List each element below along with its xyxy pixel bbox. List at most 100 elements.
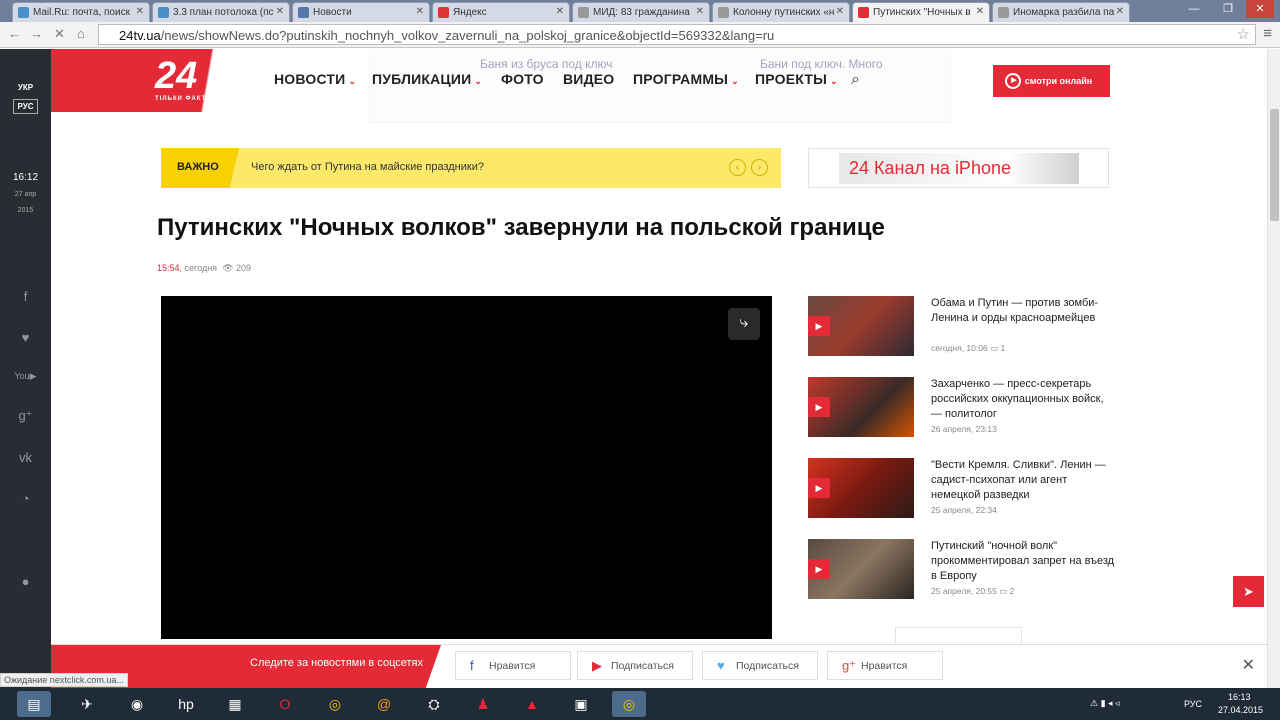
restore-icon[interactable]: ❐	[1214, 0, 1242, 18]
nav-label: ПРОЕКТЫ	[755, 71, 827, 87]
send-icon[interactable]: ➤	[1233, 576, 1264, 607]
close-tab-icon[interactable]: ✕	[136, 6, 144, 17]
site-logo[interactable]: 24 ТІЛЬКИ ФАКТИ	[155, 57, 212, 103]
browser-tab[interactable]: 3.3 план потолока (пс ✕	[152, 2, 290, 22]
important-text[interactable]: Чего ждать от Путина на майские праздник…	[251, 161, 484, 173]
browser-tab[interactable]: Новости ✕	[292, 2, 430, 22]
iphone-app-banner[interactable]: 24 Канал на iPhone	[808, 148, 1109, 188]
nav-label: ВИДЕО	[563, 71, 615, 87]
banner-suffix: на iPhone	[924, 158, 1011, 178]
browser-tab[interactable]: Яндекс ✕	[432, 2, 570, 22]
app-puzzle-icon[interactable]: ▦	[218, 691, 252, 717]
chrome-active-icon[interactable]: ◎	[612, 691, 646, 717]
tray-time[interactable]: 16:13	[1228, 692, 1251, 702]
nav-video[interactable]: ВИДЕО	[563, 71, 614, 87]
logo-area	[51, 49, 246, 112]
important-ticker[interactable]: ВАЖНО Чего ждать от Путина на майские пр…	[161, 148, 781, 188]
tray-icons[interactable]: ⚠ ▮ ◂ ◃	[1090, 698, 1120, 709]
vk-icon[interactable]: vk	[0, 450, 51, 465]
app-rocket-icon[interactable]: ✈	[70, 691, 104, 717]
tab-title: Яндекс	[453, 7, 487, 18]
related-news-item[interactable]: ▶ "Вести Кремля. Сливки". Ленин — садист…	[808, 458, 1128, 520]
news-headline[interactable]: Захарченко — пресс-секретарь российских …	[931, 377, 1116, 422]
back-icon[interactable]: ←	[8, 26, 21, 41]
google-plus-icon[interactable]: g⁺	[0, 408, 51, 424]
facebook-like-button[interactable]: f Нравится	[455, 651, 571, 680]
news-headline[interactable]: Обама и Путин — против зомби-Ленина и ор…	[931, 296, 1116, 326]
app-photo-icon[interactable]: ▣	[564, 691, 598, 717]
related-news-item[interactable]: ▶ Обама и Путин — против зомби-Ленина и …	[808, 296, 1128, 358]
related-news-item[interactable]: ▶ Захарченко — пресс-секретарь российски…	[808, 377, 1128, 439]
close-tab-icon[interactable]: ✕	[696, 6, 704, 17]
browser-tab[interactable]: Mail.Ru: почта, поиск ✕	[12, 2, 150, 22]
url-input[interactable]: 24tv.ua/news/showNews.do?putinskih_nochn…	[98, 24, 1256, 45]
nav-news[interactable]: НОВОСТИ ⌄	[274, 71, 356, 87]
share-icon[interactable]: ⤷	[728, 308, 760, 340]
tray-date[interactable]: 27.04.2015	[1218, 705, 1263, 715]
explorer-icon[interactable]: ▤	[17, 691, 51, 717]
browser-tab[interactable]: МИД: 83 гражданина ✕	[572, 2, 710, 22]
news-headline[interactable]: Путинский "ночной волк" прокомментировал…	[931, 539, 1116, 584]
close-window-icon[interactable]: ✕	[1246, 0, 1274, 18]
close-tab-icon[interactable]: ✕	[416, 6, 424, 17]
nav-label: ПРОГРАММЫ	[633, 71, 729, 87]
close-tab-icon[interactable]: ✕	[836, 6, 844, 17]
page-scrollbar[interactable]	[1267, 49, 1280, 688]
chrome-icon[interactable]: ◎	[318, 691, 352, 717]
close-tab-icon[interactable]: ✕	[976, 6, 984, 17]
video-player[interactable]: ⤷	[161, 296, 772, 639]
apple-icon[interactable]: ●	[0, 574, 51, 589]
browser-menu-icon[interactable]: ≡	[1263, 25, 1272, 42]
rss-icon[interactable]: ◔	[0, 491, 51, 506]
close-tab-icon[interactable]: ✕	[276, 6, 284, 17]
watch-online-button[interactable]: ▶ смотри онлайн	[993, 65, 1110, 97]
lang-ukr-link[interactable]: УКР	[0, 83, 51, 92]
search-icon[interactable]: ⌕	[851, 71, 860, 89]
news-headline[interactable]: "Вести Кремля. Сливки". Ленин — садист-п…	[931, 458, 1116, 503]
google-plus-button[interactable]: g⁺ Нравится	[827, 651, 943, 680]
views-icon: 👁	[222, 263, 234, 273]
twitter-icon[interactable]: ♥	[0, 330, 51, 345]
browser-tab-active[interactable]: Путинских "Ночных в ✕	[852, 2, 990, 22]
home-icon[interactable]: ⌂	[77, 26, 85, 41]
scrollbar-thumb[interactable]	[1270, 109, 1279, 221]
close-tab-icon[interactable]: ✕	[1116, 6, 1124, 17]
forward-icon[interactable]: →	[30, 26, 43, 41]
app-figure-icon[interactable]: ♟	[466, 691, 500, 717]
ticker-prev-icon[interactable]: ‹	[729, 159, 746, 176]
chevron-down-icon: ⌄	[474, 76, 483, 86]
hp-icon[interactable]: hp	[169, 691, 203, 717]
chevron-down-icon: ⌄	[830, 76, 838, 86]
nav-photo[interactable]: ФОТО	[501, 71, 544, 87]
browser-tab[interactable]: Иномарка разбила па ✕	[992, 2, 1130, 22]
app-shield-icon[interactable]: ⛭	[417, 691, 451, 717]
news-date: сегодня, 10:06	[931, 343, 988, 353]
app-media-icon[interactable]: ◉	[120, 691, 154, 717]
acrobat-icon[interactable]: ▲	[515, 691, 549, 717]
watch-label: смотри онлайн	[1024, 76, 1093, 86]
close-tab-icon[interactable]: ✕	[556, 6, 564, 17]
nav-projects[interactable]: ПРОЕКТЫ ⌄	[755, 71, 838, 87]
opera-icon[interactable]: O	[268, 691, 302, 717]
browser-tab[interactable]: Колонну путинских «н ✕	[712, 2, 850, 22]
facebook-icon: f	[470, 658, 474, 673]
mail-agent-icon[interactable]: @	[367, 691, 401, 717]
twitter-subscribe-button[interactable]: ♥ Подписаться	[702, 651, 818, 680]
logo-slogan: ТІЛЬКИ ФАКТИ	[155, 96, 212, 102]
system-tray: ⚠ ▮ ◂ ◃ РУС 16:13 27.04.2015	[1090, 688, 1280, 720]
lang-rus-link[interactable]: РУС	[12, 99, 39, 114]
tray-language[interactable]: РУС	[1184, 699, 1202, 709]
favicon-icon	[998, 7, 1009, 18]
stop-icon[interactable]: ✕	[54, 26, 65, 42]
nav-publications[interactable]: ПУБЛИКАЦИИ ⌄	[372, 71, 482, 87]
youtube-icon[interactable]: You▶	[0, 371, 51, 382]
comment-icon: ▭	[999, 586, 1008, 596]
close-icon[interactable]: ✕	[1242, 655, 1255, 675]
youtube-subscribe-button[interactable]: ▶ Подписаться	[577, 651, 693, 680]
bookmark-star-icon[interactable]: ☆	[1237, 25, 1250, 43]
minimize-icon[interactable]: —	[1180, 0, 1208, 18]
nav-programs[interactable]: ПРОГРАММЫ ⌄	[633, 71, 739, 87]
ticker-next-icon[interactable]: ›	[751, 159, 768, 176]
related-news-item[interactable]: ▶ Путинский "ночной волк" прокомментиров…	[808, 539, 1128, 601]
facebook-icon[interactable]: f	[0, 289, 51, 304]
